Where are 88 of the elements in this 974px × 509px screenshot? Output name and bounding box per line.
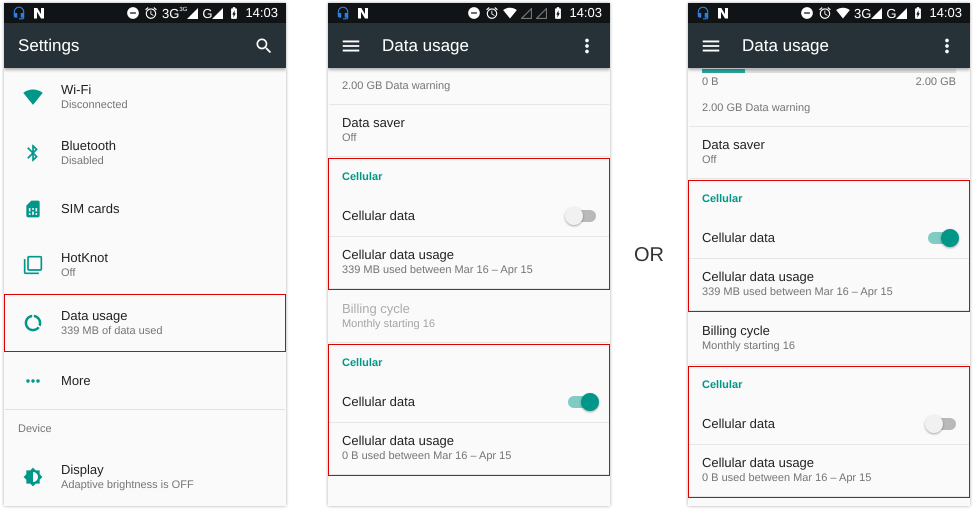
toggle-switch[interactable]: [568, 396, 596, 408]
wifi-icon: [23, 87, 43, 107]
item-title: Data usage: [61, 308, 128, 324]
category-header: Cellular: [342, 356, 382, 371]
item-summary: Disconnected: [61, 98, 128, 112]
item-title: Cellular data: [702, 228, 775, 247]
preference-item[interactable]: Cellular data usage 339 MB used between Mar 16 – Apr 15: [329, 237, 609, 289]
clock-time: 14:03: [569, 4, 602, 22]
category-header: Cellular: [702, 192, 742, 207]
network-type: G: [202, 6, 212, 20]
overlapping-squares-icon: [23, 255, 43, 275]
item-title: More: [61, 373, 91, 389]
item-title: Cellular data usage: [342, 247, 456, 263]
range-max-label: 2.00 GB: [916, 74, 956, 90]
preference-item[interactable]: Cellular data usage 339 MB used between Mar 16 – Apr 15: [689, 259, 969, 311]
preference-item[interactable]: Data saver Off: [329, 105, 609, 157]
item-title: Bluetooth: [61, 138, 116, 154]
item-summary: 0 B used between Mar 16 – Apr 15: [702, 471, 872, 486]
settings-item[interactable]: Data usage 339 MB of data used: [5, 295, 285, 351]
do-not-disturb-icon: [126, 6, 140, 20]
clock-time: 14:03: [929, 4, 962, 22]
item-title: Data saver: [702, 137, 766, 153]
do-not-disturb-icon: [467, 6, 482, 20]
data-warning-text: 2.00 GB Data warning: [702, 101, 810, 116]
item-summary: 339 MB of data used: [61, 324, 163, 338]
dots-icon: [26, 379, 40, 383]
ring-chart-icon: [23, 313, 43, 333]
clock-time: 14:03: [245, 4, 278, 22]
item-summary: Adaptive brightness is OFF: [61, 478, 194, 492]
settings-item[interactable]: Display Adaptive brightness is OFF: [5, 449, 285, 505]
item-summary: Off: [702, 153, 718, 168]
toggle-switch[interactable]: [568, 210, 596, 222]
n-logo-icon: [358, 8, 368, 18]
item-title: Cellular data usage: [342, 433, 456, 449]
network-type: 3G: [854, 6, 872, 20]
headset-icon: [12, 6, 26, 20]
n-logo-icon: [718, 8, 728, 18]
range-min-label: 0 B: [702, 74, 719, 90]
item-summary: Monthly starting 16: [342, 317, 436, 332]
category-header: Device: [18, 422, 52, 438]
alarm-icon: [818, 6, 832, 20]
item-title: Billing cycle: [702, 323, 771, 339]
toggle-switch[interactable]: [928, 232, 956, 244]
item-title: SIM cards: [61, 201, 120, 217]
item-title: HotKnot: [61, 250, 108, 266]
item-summary: 0 B used between Mar 16 – Apr 15: [342, 449, 512, 464]
settings-item[interactable]: SIM cards: [5, 181, 285, 237]
headset-icon: [336, 6, 350, 20]
item-title: Cellular data: [342, 392, 415, 411]
settings-item[interactable]: HotKnot Off: [5, 237, 285, 293]
category-header: Cellular: [702, 378, 742, 393]
network-type: 3G: [162, 6, 180, 20]
item-summary: 339 MB used between Mar 16 – Apr 15: [342, 263, 534, 278]
item-title: Cellular data: [702, 414, 775, 433]
n-logo-icon: [34, 8, 44, 18]
settings-item[interactable]: Wi-Fi Disconnected: [5, 69, 285, 125]
search-icon[interactable]: [254, 36, 274, 56]
item-title: Cellular data usage: [702, 455, 816, 471]
preference-item[interactable]: Data saver Off: [689, 127, 969, 179]
item-title: Display: [61, 462, 105, 478]
toolbar-title: Data usage: [382, 34, 469, 57]
item-title: Cellular data: [342, 206, 415, 225]
toolbar-title: Settings: [18, 34, 80, 57]
data-warning-text: 2.00 GB Data warning: [342, 79, 450, 94]
item-title: Cellular data usage: [702, 269, 816, 285]
brightness-icon: [23, 467, 43, 487]
item-title: Billing cycle: [342, 301, 411, 317]
item-title: Wi-Fi: [61, 82, 92, 98]
item-summary: Monthly starting 16: [702, 339, 796, 354]
settings-item[interactable]: More: [5, 353, 285, 409]
network-type: G: [886, 6, 896, 20]
item-summary: Off: [61, 266, 76, 280]
do-not-disturb-icon: [800, 6, 814, 20]
item-title: Data saver: [342, 115, 406, 131]
toggle-switch[interactable]: [928, 418, 956, 430]
toolbar-title: Data usage: [742, 34, 829, 57]
headset-icon: [696, 6, 710, 20]
preference-item[interactable]: Billing cycle Monthly starting 16: [689, 313, 969, 365]
category-header: Cellular: [342, 170, 382, 185]
preference-item[interactable]: Cellular data usage 0 B used between Mar 16 – Apr 15: [329, 423, 609, 475]
settings-item[interactable]: Bluetooth Disabled: [5, 125, 285, 181]
item-summary: Off: [342, 131, 358, 146]
preference-item[interactable]: Cellular data usage 0 B used between Mar 16 – Apr 15: [689, 445, 969, 497]
alarm-icon: [144, 6, 158, 20]
item-summary: 339 MB used between Mar 16 – Apr 15: [702, 285, 894, 300]
alarm-icon: [485, 6, 500, 20]
item-summary: Disabled: [61, 154, 105, 168]
or-label: OR: [634, 242, 664, 268]
